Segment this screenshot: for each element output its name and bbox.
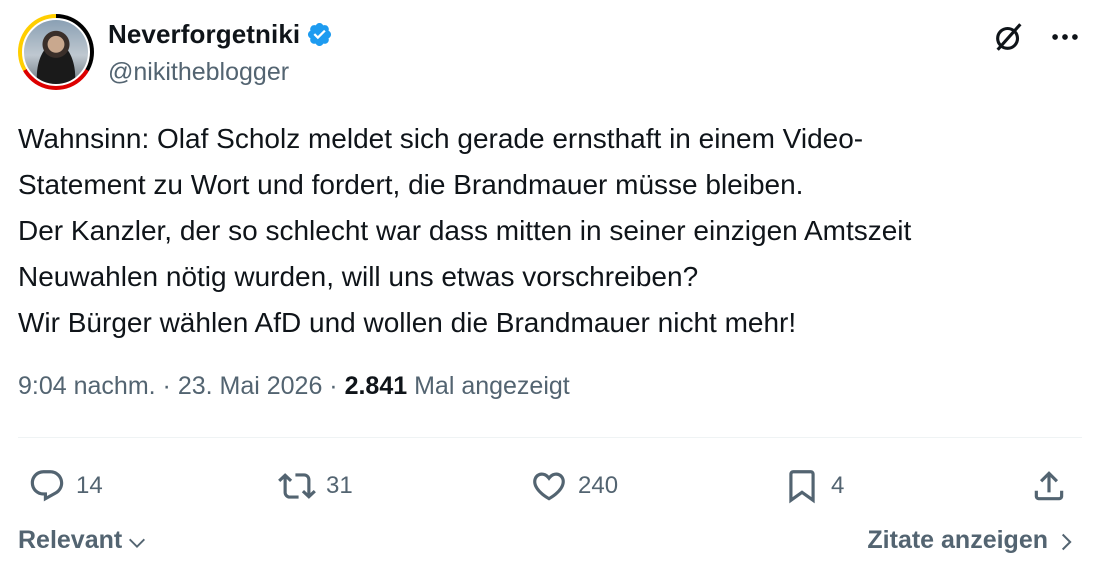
bookmark-count: 4 bbox=[831, 472, 845, 499]
user-handle[interactable]: @nikitheblogger bbox=[108, 58, 333, 87]
like-count: 240 bbox=[578, 472, 619, 499]
header-actions bbox=[992, 20, 1082, 54]
share-button[interactable] bbox=[1030, 462, 1068, 510]
verified-badge-icon[interactable] bbox=[306, 21, 333, 48]
display-name-row: Neverforgetniki bbox=[108, 18, 333, 50]
views-count[interactable]: 2.841 bbox=[345, 372, 408, 401]
bookmark-button[interactable]: 4 bbox=[783, 462, 844, 510]
meta-separator: · bbox=[322, 372, 345, 400]
grok-icon[interactable] bbox=[992, 20, 1026, 54]
chevron-down-icon bbox=[129, 538, 146, 548]
retweet-count: 31 bbox=[326, 472, 353, 499]
tweet-header: Neverforgetniki @nikitheblogger bbox=[18, 14, 1082, 92]
tweet-text: Wahnsinn: Olaf Scholz meldet sich gerade… bbox=[18, 123, 912, 338]
heart-icon bbox=[533, 472, 565, 501]
divider bbox=[18, 437, 1082, 438]
share-icon bbox=[1034, 471, 1064, 501]
reply-count: 14 bbox=[76, 472, 103, 499]
display-name[interactable]: Neverforgetniki bbox=[108, 19, 300, 50]
chevron-right-icon bbox=[1061, 533, 1072, 551]
author-names: Neverforgetniki @nikitheblogger bbox=[108, 18, 333, 87]
reply-button[interactable]: 14 bbox=[28, 462, 103, 510]
view-quotes-link[interactable]: Zitate anzeigen bbox=[867, 526, 1076, 555]
bookmark-icon bbox=[789, 470, 815, 504]
sort-dropdown[interactable]: Relevant bbox=[18, 526, 148, 555]
reply-icon bbox=[30, 470, 64, 502]
sort-label: Relevant bbox=[18, 526, 123, 554]
quotes-label: Zitate anzeigen bbox=[867, 526, 1048, 554]
avatar-image bbox=[22, 18, 90, 86]
views-label[interactable]: Mal angezeigt bbox=[407, 372, 570, 401]
more-icon[interactable] bbox=[1048, 20, 1082, 54]
replies-footer: Relevant Zitate anzeigen bbox=[18, 526, 1082, 566]
like-button[interactable]: 240 bbox=[530, 462, 618, 510]
action-bar: 14 31 240 4 bbox=[18, 462, 1082, 510]
avatar[interactable] bbox=[18, 14, 94, 90]
retweet-icon bbox=[278, 473, 316, 499]
retweet-button[interactable]: 31 bbox=[278, 462, 353, 510]
meta-separator: · bbox=[155, 372, 178, 400]
tweet-date[interactable]: 23. Mai 2026 bbox=[178, 372, 323, 401]
tweet-meta: 9:04 nachm. · 23. Mai 2026 · 2.841 Mal a… bbox=[18, 372, 570, 401]
tweet-time[interactable]: 9:04 nachm. bbox=[18, 372, 156, 401]
